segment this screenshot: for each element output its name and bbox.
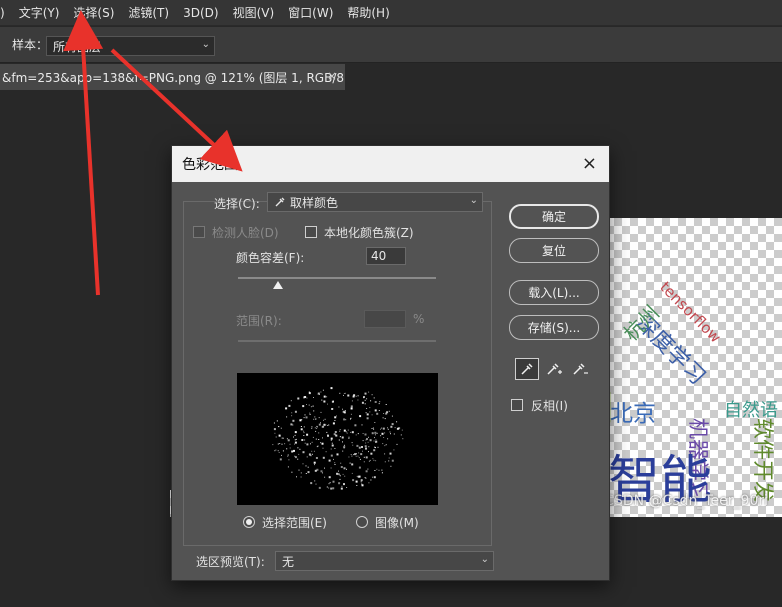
load-button[interactable]: 载入(L)... [509,280,599,305]
document-tab[interactable]: &fm=253&app=138&f=PNG.png @ 121% (图层 1, … [0,64,345,90]
chevron-down-icon: ⌄ [469,195,478,206]
selection-preview-select[interactable]: 无 ⌄ [275,551,494,571]
document-tab-bar: &fm=253&app=138&f=PNG.png @ 121% (图层 1, … [0,64,782,90]
close-icon[interactable]: × [327,69,337,83]
preview-mask [272,387,404,490]
range-slider-track[interactable] [238,340,436,342]
menu-item-select[interactable]: 选择(S) [66,4,121,21]
word-software-dev: 软件开发 [751,418,775,502]
menu-item-3d[interactable]: 3D(D) [176,6,225,20]
range-unit: % [413,312,425,326]
sample-select[interactable]: 所有图层 ⌄ [46,36,215,56]
save-button[interactable]: 存储(S)... [509,315,599,340]
menu-bar: ) 文字(Y) 选择(S) 滤镜(T) 3D(D) 视图(V) 窗口(W) 帮助… [0,0,782,26]
localized-clusters-checkbox[interactable] [305,226,317,238]
close-icon[interactable]: × [582,153,597,174]
detect-faces-label: 检测人脸(D) [212,226,279,240]
fuzziness-slider-track[interactable] [238,277,436,279]
eyedropper-plus-icon[interactable] [542,358,566,380]
color-range-dialog: 色彩范围 × 选择(C): 取样颜色 ⌄ 检测人脸(D) 本地化颜色簇(Z) 颜… [171,145,610,581]
range-input[interactable] [364,310,406,328]
selection-radio-label: 选择范围(E) [262,516,327,530]
sample-label: 样本： [12,38,49,52]
selection-preview [237,373,438,505]
image-radio[interactable] [356,516,368,528]
fuzziness-slider-thumb[interactable] [272,281,283,289]
menu-item-type-partial[interactable]: ) [0,6,12,20]
fuzziness-input[interactable]: 40 [366,247,406,265]
invert-checkbox[interactable] [511,399,523,411]
chevron-down-icon: ⌄ [480,554,489,565]
menu-item-type[interactable]: 文字(Y) [12,4,67,21]
menu-item-filter[interactable]: 滤镜(T) [121,4,176,21]
selection-preview-label: 选区预览(T): [196,555,265,569]
dialog-titlebar[interactable]: 色彩范围 × [172,146,609,182]
select-label: 选择(C): [214,197,260,211]
dialog-title: 色彩范围 [182,157,238,173]
select-dropdown[interactable]: 取样颜色 ⌄ [267,192,483,212]
eyedropper-minus-icon[interactable] [568,358,592,380]
localized-clusters-label: 本地化颜色簇(Z) [324,226,414,240]
menu-item-help[interactable]: 帮助(H) [340,4,396,21]
menu-item-window[interactable]: 窗口(W) [281,4,340,21]
sample-select-value: 所有图层 [53,39,102,54]
ok-button[interactable]: 确定 [509,204,599,229]
range-label: 范围(R): [236,314,282,328]
menu-item-view[interactable]: 视图(V) [226,4,282,21]
detect-faces-checkbox[interactable] [193,226,205,238]
eyedropper-icon[interactable] [515,358,539,380]
reset-button[interactable]: 复位 [509,238,599,263]
chevron-down-icon: ⌄ [201,39,210,50]
watermark: CSDN @Csdn_Teer_90ri [604,493,768,509]
fuzziness-label: 颜色容差(F): [236,251,305,265]
selection-preview-value: 无 [282,554,295,569]
invert-label: 反相(I) [531,399,568,413]
selection-radio[interactable] [243,516,255,528]
eyedropper-icon [275,197,285,207]
word-beijing: 北京 [610,401,656,427]
select-dropdown-value: 取样颜色 [290,195,339,210]
image-radio-label: 图像(M) [375,516,419,530]
document-tab-title: &fm=253&app=138&f=PNG.png @ 121% (图层 1, … [2,70,345,85]
